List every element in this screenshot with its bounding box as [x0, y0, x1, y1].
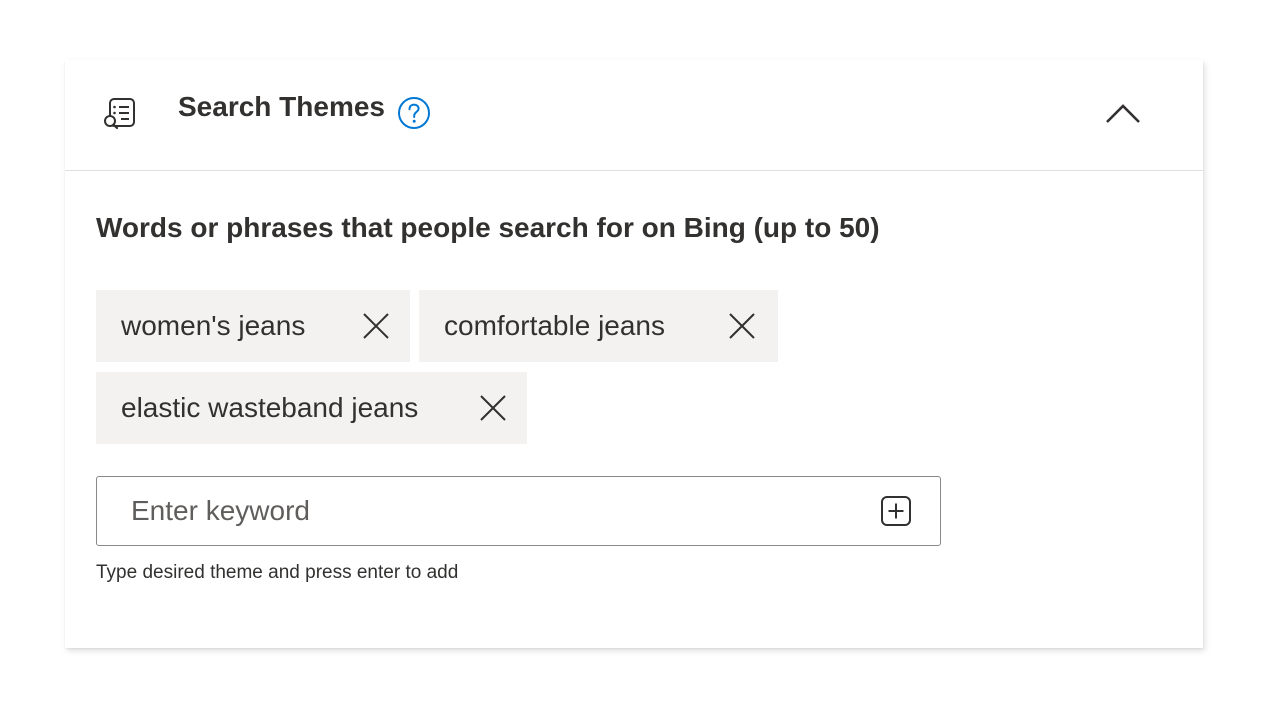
- section-header[interactable]: Search Themes: [65, 60, 1203, 171]
- search-themes-icon: [101, 94, 141, 134]
- help-circle-icon[interactable]: [397, 96, 431, 130]
- theme-chip: women's jeans: [96, 290, 410, 362]
- close-icon[interactable]: [475, 390, 511, 426]
- theme-chip: comfortable jeans: [419, 290, 778, 362]
- add-box-icon[interactable]: [879, 494, 913, 528]
- theme-chip-label: elastic wasteband jeans: [121, 392, 419, 423]
- chevron-up-icon[interactable]: [1101, 92, 1145, 136]
- keyword-input-container: [96, 476, 941, 546]
- theme-chip: elastic wasteband jeans: [96, 372, 527, 444]
- input-hint: Type desired theme and press enter to ad…: [96, 562, 459, 583]
- section-title: Search Themes: [178, 91, 385, 122]
- keyword-input[interactable]: [97, 477, 857, 545]
- close-icon[interactable]: [358, 308, 394, 344]
- theme-chip-label: women's jeans: [121, 310, 306, 341]
- theme-chip-label: comfortable jeans: [444, 310, 666, 341]
- themes-description: Words or phrases that people search for …: [96, 212, 880, 243]
- search-themes-panel: Search Themes Words or phrases that peop…: [65, 60, 1203, 648]
- close-icon[interactable]: [724, 308, 760, 344]
